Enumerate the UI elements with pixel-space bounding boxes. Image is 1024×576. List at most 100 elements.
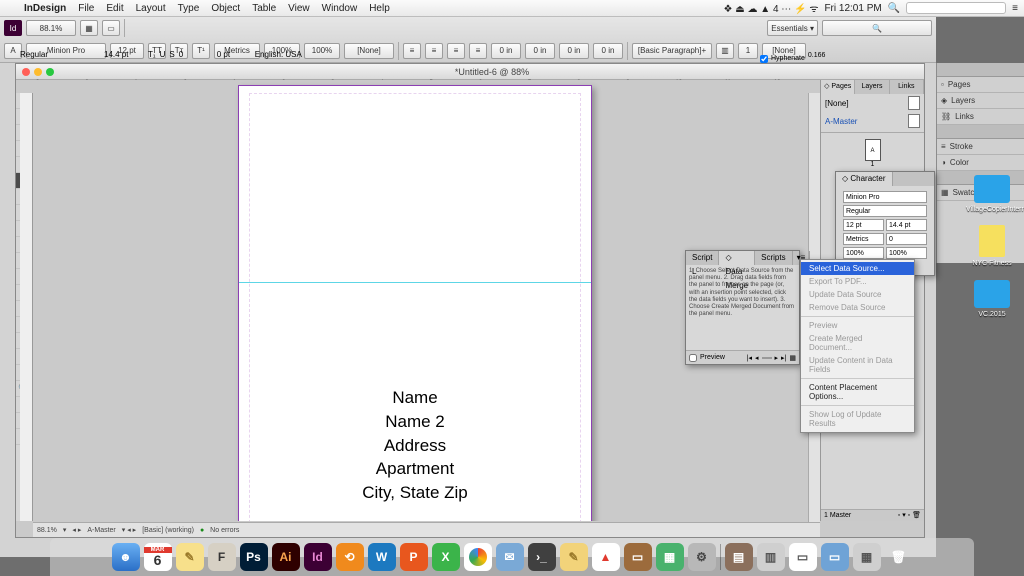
char-leading[interactable]: 14.4 pt — [886, 219, 927, 231]
font-style-field[interactable]: Regular — [20, 50, 100, 63]
baseline-field[interactable]: 0 pt — [217, 50, 251, 63]
char-size[interactable]: 12 pt — [843, 219, 884, 231]
tab-character[interactable]: ◇ Character — [836, 172, 893, 186]
view-mode-icon[interactable]: ▦ — [80, 20, 98, 36]
dock-links[interactable]: ⛓ Links — [937, 109, 1024, 125]
align-center-icon[interactable]: ≡ — [425, 43, 443, 59]
char-hscale[interactable]: 100% — [886, 247, 927, 259]
notification-icon[interactable]: ≡ — [1012, 3, 1018, 14]
para-style-field[interactable]: [Basic Paragraph]+ — [632, 43, 712, 59]
vertical-ruler[interactable] — [20, 93, 33, 521]
minimize-icon[interactable] — [34, 68, 42, 76]
dock-trash[interactable]: 🗑 — [885, 543, 913, 571]
dock-stack-4[interactable]: ▭ — [821, 543, 849, 571]
dock-pages[interactable]: ▫ Pages — [937, 77, 1024, 93]
strike-icon[interactable]: S — [169, 50, 174, 63]
tab-links[interactable]: Links — [890, 80, 924, 94]
record-nav-prev[interactable]: ◂ — [755, 354, 759, 362]
screen-mode-icon[interactable]: ▭ — [102, 20, 120, 36]
subscript-icon[interactable]: T₁ — [148, 50, 156, 63]
dock-app-brown[interactable]: ▭ — [624, 543, 652, 571]
indent-right[interactable]: 0 in — [525, 43, 555, 59]
leading-field[interactable]: 14.4 pt — [104, 50, 144, 63]
page-thumbnail[interactable]: A — [865, 139, 881, 161]
pages-panel-buttons[interactable]: ▫ ▾ ▫ 🗑 — [898, 510, 921, 522]
master-thumb-none[interactable] — [908, 96, 920, 110]
tab-scripts[interactable]: Scripts — [755, 251, 792, 265]
menu-view[interactable]: View — [282, 3, 316, 14]
tab-layers[interactable]: Layers — [855, 80, 889, 94]
menu-file[interactable]: File — [72, 3, 100, 14]
master-thumb-a[interactable] — [908, 114, 920, 128]
dock-mail[interactable]: ✉ — [496, 543, 524, 571]
menu-layout[interactable]: Layout — [130, 3, 172, 14]
spotlight-search[interactable] — [906, 2, 1006, 14]
zoom-status[interactable]: 88.1% — [37, 527, 57, 534]
dock-word[interactable]: W — [368, 543, 396, 571]
document-page[interactable]: Name Name 2 Address Apartment City, Stat… — [238, 85, 592, 521]
dock-chrome[interactable] — [464, 543, 492, 571]
menubar-app[interactable]: InDesign — [18, 3, 72, 14]
master-status[interactable]: A-Master — [87, 527, 115, 534]
dock-stack-2[interactable]: ▥ — [757, 543, 785, 571]
desktop-file-1[interactable]: NYC Fitness — [966, 225, 1018, 267]
dock-layers[interactable]: ◈ Layers — [937, 93, 1024, 109]
master-a[interactable]: A-Master — [825, 117, 857, 126]
menu-table[interactable]: Table — [246, 3, 282, 14]
dock-notes[interactable]: ✎ — [176, 543, 204, 571]
char-style[interactable]: Regular — [843, 205, 927, 217]
char-font[interactable]: Minion Pro — [843, 191, 927, 203]
search-help[interactable]: 🔍 — [822, 20, 932, 36]
tab-pages[interactable]: ◇ Pages — [821, 80, 855, 94]
menu-object[interactable]: Object — [205, 3, 246, 14]
dock-acrobat[interactable]: ▲ — [592, 543, 620, 571]
desktop-folder-2[interactable]: VC.2015 — [966, 280, 1018, 318]
dock-calendar[interactable]: MAR6 — [144, 543, 172, 571]
dock-indesign[interactable]: Id — [304, 543, 332, 571]
char-style-field[interactable]: [None] — [344, 43, 394, 59]
dock-stack-5[interactable]: ▦ — [853, 543, 881, 571]
dock-illustrator[interactable]: Ai — [272, 543, 300, 571]
underline-icon[interactable]: U — [160, 50, 166, 63]
align-right-icon[interactable]: ≡ — [447, 43, 465, 59]
dock-stickies[interactable]: ✎ — [560, 543, 588, 571]
spotlight-icon[interactable]: 🔍 — [888, 3, 900, 14]
menu-window[interactable]: Window — [316, 3, 364, 14]
space-before[interactable]: 0 in — [559, 43, 589, 59]
create-merged-icon[interactable]: ▦ — [789, 354, 796, 362]
hyphenate-checkbox[interactable] — [760, 55, 768, 63]
tab-data-merge[interactable]: ◇ Data Merge — [719, 251, 755, 265]
desktop-folder-1[interactable]: VillageCopierInternalDesign — [966, 175, 1018, 213]
record-field[interactable] — [762, 357, 772, 359]
close-icon[interactable] — [22, 68, 30, 76]
language-field[interactable]: English: USA — [255, 50, 315, 63]
record-nav-last[interactable]: ▸| — [781, 354, 786, 362]
dock-stack-3[interactable]: ▭ — [789, 543, 817, 571]
columns-field[interactable]: 1 — [738, 43, 758, 59]
dock-finder[interactable]: ☻ — [112, 543, 140, 571]
workspace-switcher[interactable]: Essentials ▾ — [767, 20, 818, 36]
tracking-field[interactable]: 0 — [179, 50, 213, 63]
mi-select-data-source[interactable]: Select Data Source... — [801, 262, 914, 275]
record-nav-first[interactable]: |◂ — [747, 354, 752, 362]
char-tracking[interactable]: 0 — [886, 233, 927, 245]
dock-terminal[interactable]: ›_ — [528, 543, 556, 571]
menu-help[interactable]: Help — [363, 3, 396, 14]
preview-checkbox[interactable] — [689, 354, 697, 362]
master-none[interactable]: [None] — [825, 99, 849, 108]
preflight-profile[interactable]: [Basic] (working) — [142, 527, 194, 534]
menubar-time[interactable]: Fri 12:01 PM — [824, 3, 881, 14]
menu-type[interactable]: Type — [172, 3, 206, 14]
space-after[interactable]: 0 in — [593, 43, 623, 59]
dock-settings[interactable]: ⚙ — [688, 543, 716, 571]
zoom-field[interactable]: 88.1% — [26, 20, 76, 36]
text-frame[interactable]: Name Name 2 Address Apartment City, Stat… — [239, 386, 591, 505]
tab-script-label[interactable]: Script L — [686, 251, 719, 265]
indent-left[interactable]: 0 in — [491, 43, 521, 59]
char-kerning[interactable]: Metrics — [843, 233, 884, 245]
char-vscale[interactable]: 100% — [843, 247, 884, 259]
dock-excel[interactable]: X — [432, 543, 460, 571]
zoom-icon[interactable] — [46, 68, 54, 76]
dock-photoshop[interactable]: Ps — [240, 543, 268, 571]
menu-edit[interactable]: Edit — [100, 3, 129, 14]
